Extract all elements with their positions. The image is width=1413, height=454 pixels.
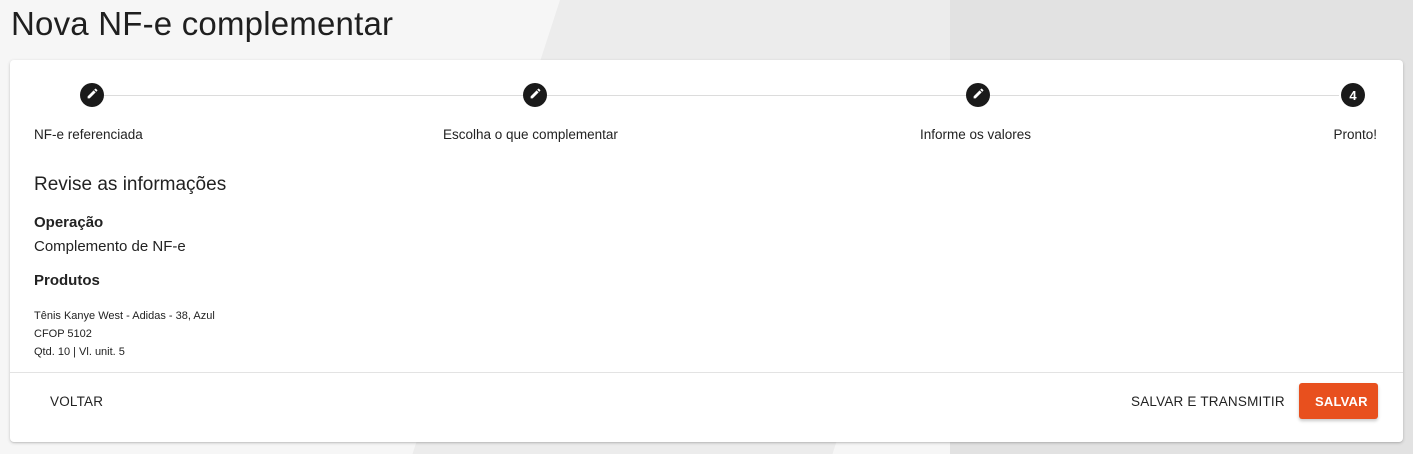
- step-3-indicator[interactable]: [966, 83, 990, 107]
- product-name: Tênis Kanye West - Adidas - 38, Azul: [34, 310, 215, 322]
- footer-divider: [10, 372, 1403, 373]
- pencil-icon: [529, 87, 542, 103]
- step-connector: [990, 95, 1339, 96]
- back-button[interactable]: VOLTAR: [34, 383, 119, 419]
- page-title: Nova NF-e complementar: [11, 5, 394, 42]
- step-1-indicator[interactable]: [80, 83, 104, 107]
- section-title: Revise as informações: [34, 174, 227, 195]
- pencil-icon: [86, 87, 99, 103]
- wizard-card: NF-e referenciada Escolha o que compleme…: [10, 60, 1403, 442]
- step-connector: [547, 95, 967, 96]
- product-cfop: CFOP 5102: [34, 328, 92, 340]
- step-4-label: Pronto!: [1333, 127, 1377, 142]
- step-2-indicator[interactable]: [523, 83, 547, 107]
- operacao-label: Operação: [34, 214, 104, 231]
- step-number: 4: [1349, 87, 1357, 103]
- step-1-label: NF-e referenciada: [34, 127, 143, 142]
- pencil-icon: [972, 87, 985, 103]
- product-qty: Qtd. 10 | Vl. unit. 5: [34, 346, 125, 358]
- step-4-indicator: 4: [1341, 83, 1365, 107]
- save-and-transmit-button[interactable]: SALVAR E TRANSMITIR: [1115, 383, 1301, 419]
- produtos-label: Produtos: [34, 272, 100, 289]
- operacao-value: Complemento de NF-e: [34, 238, 186, 255]
- save-button[interactable]: SALVAR: [1299, 383, 1378, 419]
- step-3-label: Informe os valores: [920, 127, 1032, 142]
- step-2-label: Escolha o que complementar: [443, 127, 618, 142]
- step-connector: [104, 95, 524, 96]
- product-item: Tênis Kanye West - Adidas - 38, Azul CFO…: [34, 307, 215, 361]
